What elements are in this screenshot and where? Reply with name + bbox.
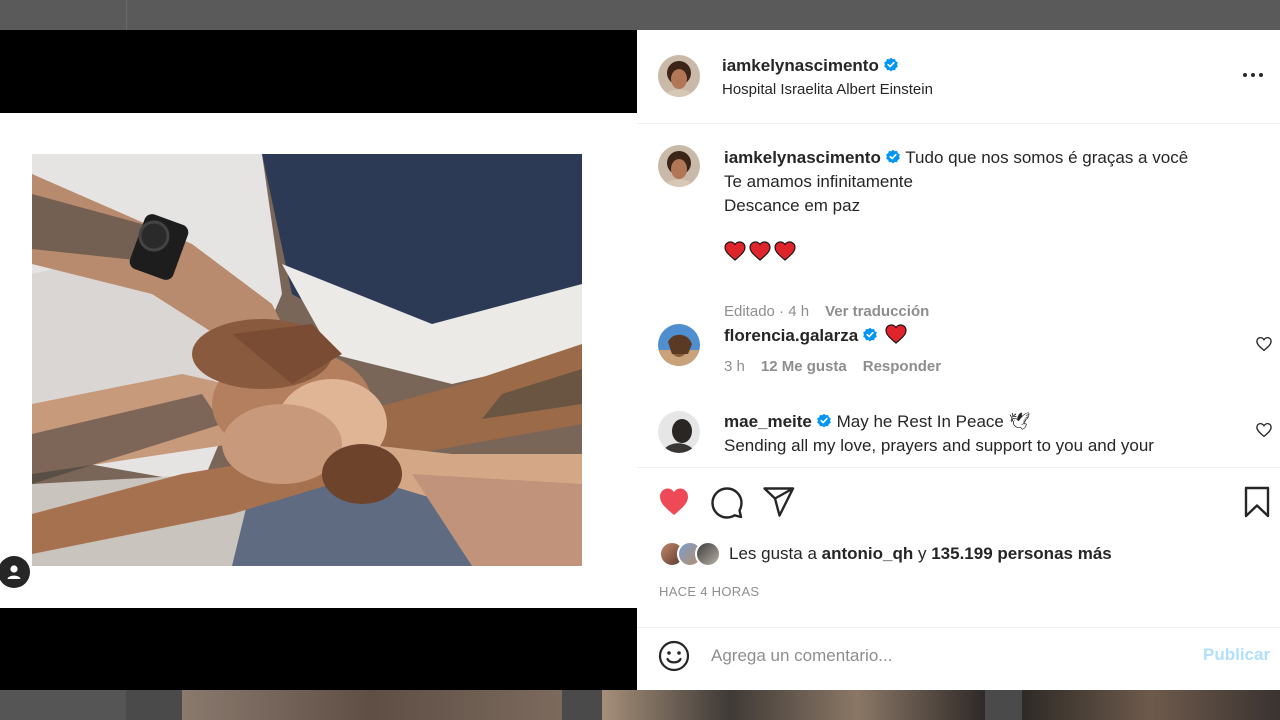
publish-button[interactable]: Publicar (1203, 645, 1270, 665)
caption-block: iamkelynascimento Tudo que nos somos é g… (637, 124, 1280, 324)
caption-line: Tudo que nos somos é graças a você (905, 148, 1189, 167)
like-comment-heart-icon[interactable] (1255, 421, 1273, 439)
edited-label: Editado · 4 h (724, 303, 810, 320)
comment-item: florencia.galarza ❤️ 3 h 12 Me gusta Res… (637, 324, 1280, 404)
like-comment-heart-icon[interactable] (1255, 335, 1273, 353)
comment-body: May he Rest In Peace 🕊 (836, 412, 1031, 431)
post-media-area (0, 30, 637, 690)
comment-body: Sending all my love, prayers and support… (724, 436, 1154, 455)
comment-likes[interactable]: 12 Me gusta (761, 358, 847, 375)
avatar[interactable] (658, 145, 700, 187)
liker-username[interactable]: antonio_qh (822, 544, 914, 564)
red-heart-emoji-icon (724, 241, 746, 261)
comment-author[interactable]: florencia.galarza (724, 326, 858, 345)
caption-author[interactable]: iamkelynascimento (724, 148, 881, 167)
likes-conj: y (917, 544, 927, 563)
grid-tile (0, 690, 126, 720)
grid-tile (602, 690, 985, 720)
author-username[interactable]: iamkelynascimento (722, 56, 879, 75)
author-name-row[interactable]: iamkelynascimento (722, 56, 899, 76)
comments-list[interactable]: iamkelynascimento Tudo que nos somos é g… (637, 124, 1280, 468)
reply-button[interactable]: Responder (863, 358, 941, 375)
verified-badge-icon (884, 57, 898, 72)
divider (126, 0, 127, 30)
avatar[interactable] (658, 411, 700, 453)
caption-line: Descance em paz (724, 196, 861, 215)
verified-badge-icon (863, 327, 877, 342)
comment-author[interactable]: mae_meite (724, 412, 812, 431)
stacked-hands-image (32, 154, 582, 566)
likes-summary[interactable]: Les gusta a antonio_qh y 135.199 persona… (659, 541, 1112, 567)
background-top-strip (0, 0, 1280, 30)
grid-tile (182, 690, 562, 720)
post-actions: Les gusta a antonio_qh y 135.199 persona… (637, 468, 1280, 628)
verified-badge-icon (817, 413, 831, 428)
bookmark-icon[interactable] (1240, 485, 1274, 519)
post-details-panel: iamkelynascimento Hospital Israelita Alb… (637, 30, 1280, 690)
caption-meta: Editado · 4 h Ver traducción (724, 303, 929, 320)
red-heart-emoji-icon (774, 241, 796, 261)
avatar[interactable] (658, 55, 700, 97)
comment-text: mae_meite May he Rest In Peace 🕊 Sending… (724, 410, 1154, 458)
comment-input[interactable] (711, 642, 1181, 670)
caption-emoji: ❤️❤️❤️ (724, 241, 796, 261)
avatar (695, 541, 721, 567)
likes-prefix: Les gusta a (729, 544, 817, 563)
liker-avatars (659, 541, 721, 567)
caption-text: iamkelynascimento Tudo que nos somos é g… (724, 146, 1188, 218)
post-photo[interactable] (32, 154, 582, 566)
background-grid-strip (0, 690, 1280, 720)
comment-time: 3 h (724, 358, 745, 375)
comment-item: mae_meite May he Rest In Peace 🕊 Sending… (637, 410, 1280, 467)
paper-plane-icon[interactable] (762, 485, 796, 519)
more-horizontal-icon[interactable] (1243, 67, 1267, 83)
caption-line: Te amamos infinitamente (724, 172, 913, 191)
likes-count[interactable]: 135.199 personas más (931, 544, 1112, 564)
red-heart-emoji-icon (885, 324, 907, 344)
smiley-icon[interactable] (658, 640, 690, 672)
verified-badge-icon (886, 149, 900, 164)
comment-composer: Publicar (637, 628, 1280, 690)
comment-bubble-icon[interactable] (710, 485, 744, 519)
post-location[interactable]: Hospital Israelita Albert Einstein (722, 81, 933, 98)
red-heart-emoji-icon (749, 241, 771, 261)
grid-tile (1022, 690, 1280, 720)
heart-filled-icon[interactable] (657, 485, 691, 519)
comment-meta: 3 h 12 Me gusta Responder (724, 358, 941, 375)
post-header: iamkelynascimento Hospital Israelita Alb… (637, 30, 1280, 124)
comment-text: florencia.galarza ❤️ (724, 324, 907, 348)
see-translation-link[interactable]: Ver traducción (825, 303, 929, 320)
avatar[interactable] (658, 324, 700, 366)
post-timestamp[interactable]: HACE 4 HORAS (659, 584, 759, 599)
